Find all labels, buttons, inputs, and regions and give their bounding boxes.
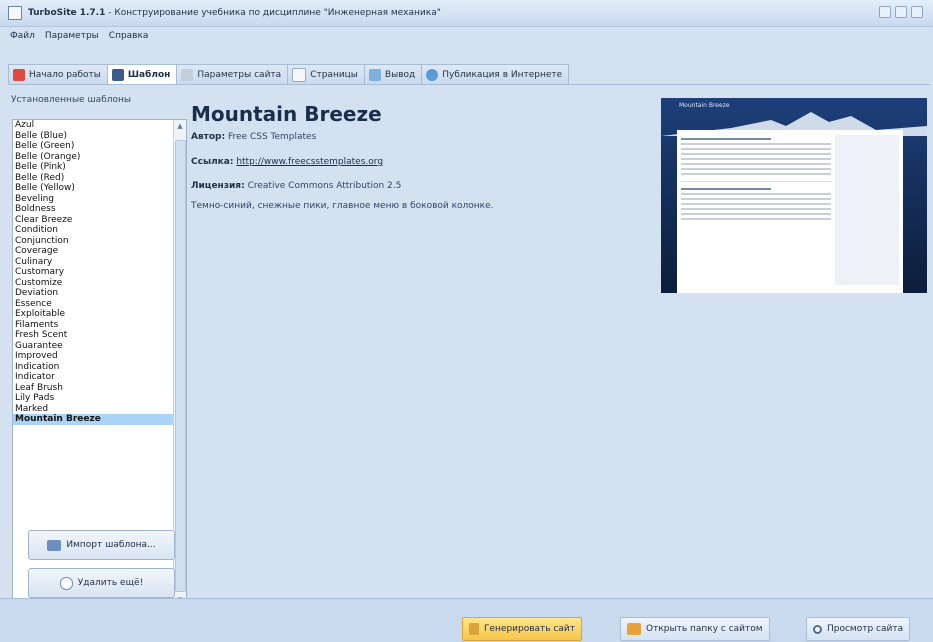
tab-label: Вывод — [384, 70, 416, 80]
open-site-folder-button[interactable]: Открыть папку с сайтом — [620, 617, 770, 641]
preview-main-column — [681, 135, 831, 223]
title-bar: TurboSite 1.7.1 - Конструирование учебни… — [0, 0, 933, 27]
template-list-item[interactable]: Lily Pads — [13, 393, 173, 404]
menu-help[interactable]: Справка — [109, 31, 149, 41]
template-list-item[interactable]: Essence — [13, 299, 173, 310]
tab-label: Шаблон — [127, 70, 171, 80]
folder-icon — [627, 623, 641, 635]
tab-site-parameters[interactable]: Параметры сайта — [176, 64, 288, 85]
template-list-item[interactable]: Customize — [13, 278, 173, 289]
brush-icon — [111, 69, 124, 81]
template-name: Mountain Breeze — [191, 102, 382, 126]
template-list-item[interactable]: Mountain Breeze — [13, 414, 173, 425]
bottom-toolbar: Генерировать сайт Открыть папку с сайтом… — [0, 598, 933, 642]
preview-page — [677, 130, 903, 293]
app-name: TurboSite 1.7.1 — [28, 8, 106, 18]
open-site-folder-label: Открыть папку с сайтом — [646, 624, 763, 634]
generate-site-label: Генерировать сайт — [484, 624, 576, 634]
template-license: Лицензия: Creative Commons Attribution 2… — [191, 181, 401, 191]
template-list-item[interactable]: Belle (Orange) — [13, 152, 173, 163]
refresh-icon — [59, 576, 73, 590]
import-template-label: Импорт шаблона... — [66, 540, 156, 550]
globe-icon — [426, 69, 439, 81]
template-list-item[interactable]: Belle (Green) — [13, 141, 173, 152]
scrollbar-thumb[interactable] — [175, 140, 186, 592]
import-template-button[interactable]: Импорт шаблона... — [28, 530, 175, 560]
remove-template-label: Удалить ещё! — [77, 578, 144, 588]
folder-icon — [47, 539, 62, 551]
maximize-icon[interactable] — [895, 6, 907, 18]
template-list-item[interactable]: Marked — [13, 404, 173, 415]
template-list-item[interactable]: Indicator — [13, 372, 173, 383]
template-description: Темно-синий, снежные пики, главное меню … — [191, 201, 494, 211]
tab-content: Установленные шаблоны Azul Belle (Blue) Be… — [8, 84, 930, 607]
minimize-icon[interactable] — [879, 6, 891, 18]
generate-site-button[interactable]: Генерировать сайт — [462, 617, 583, 641]
remove-template-button[interactable]: Удалить ещё! — [28, 568, 175, 598]
window-controls — [879, 6, 923, 18]
menu-parameters[interactable]: Параметры — [45, 31, 99, 41]
template-list-item[interactable]: Coverage — [13, 246, 173, 257]
tab-publish[interactable]: Публикация в Интернете — [421, 64, 570, 85]
pages-icon — [292, 68, 307, 82]
template-list-item[interactable]: Belle (Yellow) — [13, 183, 173, 194]
menu-bar: Файл Параметры Справка — [0, 27, 933, 45]
tab-pages[interactable]: Страницы — [287, 64, 364, 85]
template-list-items: Azul Belle (Blue) Belle (Green) Belle (Oran… — [13, 120, 186, 425]
template-list-item[interactable]: Conjunction — [13, 236, 173, 247]
preview-sidebar — [835, 135, 899, 285]
template-list-item[interactable]: Condition — [13, 225, 173, 236]
template-list-item[interactable]: Azul — [13, 120, 173, 131]
template-list-item[interactable]: Belle (Red) — [13, 173, 173, 184]
template-list-item[interactable]: Improved — [13, 351, 173, 362]
template-list-item[interactable]: Indication — [13, 362, 173, 373]
template-list-item[interactable]: Beveling — [13, 194, 173, 205]
template-list-item[interactable]: Fresh Scent — [13, 330, 173, 341]
template-list-item[interactable]: Belle (Pink) — [13, 162, 173, 173]
generate-icon — [469, 623, 479, 635]
output-icon — [368, 69, 381, 81]
template-list-item[interactable]: Guarantee — [13, 341, 173, 352]
template-list-item[interactable]: Filaments — [13, 320, 173, 331]
window-subtitle: - Конструирование учебника по дисциплине… — [105, 8, 441, 18]
template-list-item[interactable]: Customary — [13, 267, 173, 278]
template-link: Ссылка: http://www.freecsstemplates.org — [191, 157, 383, 167]
tab-label: Публикация в Интернете — [442, 70, 563, 80]
author-label: Автор: — [191, 132, 226, 142]
tab-label: Параметры сайта — [197, 70, 282, 80]
template-list-item[interactable]: Clear Breeze — [13, 215, 173, 226]
tab-output[interactable]: Вывод — [363, 64, 422, 85]
template-list-item[interactable]: Belle (Blue) — [13, 131, 173, 142]
author-value: Free CSS Templates — [227, 132, 317, 142]
view-site-button[interactable]: Просмотр сайта — [806, 617, 911, 641]
link-label: Ссылка: — [191, 157, 234, 167]
tab-bar: Начало работы Шаблон Параметры сайта Стр… — [8, 64, 570, 85]
home-icon — [13, 69, 25, 81]
template-list-item[interactable]: Exploitable — [13, 309, 173, 320]
license-label: Лицензия: — [191, 181, 245, 191]
tab-template[interactable]: Шаблон — [106, 64, 177, 85]
close-icon[interactable] — [911, 6, 923, 18]
view-site-label: Просмотр сайта — [827, 624, 904, 634]
template-list-item[interactable]: Leaf Brush — [13, 383, 173, 394]
template-list-item[interactable]: Deviation — [13, 288, 173, 299]
magnifier-icon — [813, 624, 822, 634]
tab-start[interactable]: Начало работы — [8, 64, 107, 85]
app-window: TurboSite 1.7.1 - Конструирование учебни… — [0, 0, 933, 642]
template-list-item[interactable]: Boldness — [13, 204, 173, 215]
tab-label: Страницы — [310, 70, 358, 80]
installed-templates-label: Установленные шаблоны — [11, 95, 131, 105]
settings-icon — [181, 69, 194, 81]
template-link-url[interactable]: http://www.freecsstemplates.org — [236, 157, 383, 167]
template-author: Автор: Free CSS Templates — [191, 132, 316, 142]
app-icon — [8, 6, 22, 20]
menu-file[interactable]: Файл — [10, 31, 35, 41]
window-title: TurboSite 1.7.1 - Конструирование учебни… — [28, 8, 441, 18]
template-list-item[interactable]: Culinary — [13, 257, 173, 268]
scroll-up-icon[interactable]: ▲ — [176, 122, 184, 130]
template-details: Mountain Breeze Автор: Free CSS Template… — [188, 85, 928, 597]
template-preview: Mountain Breeze — [661, 98, 927, 293]
license-value: Creative Commons Attribution 2.5 — [247, 181, 402, 191]
tab-label: Начало работы — [29, 70, 101, 80]
